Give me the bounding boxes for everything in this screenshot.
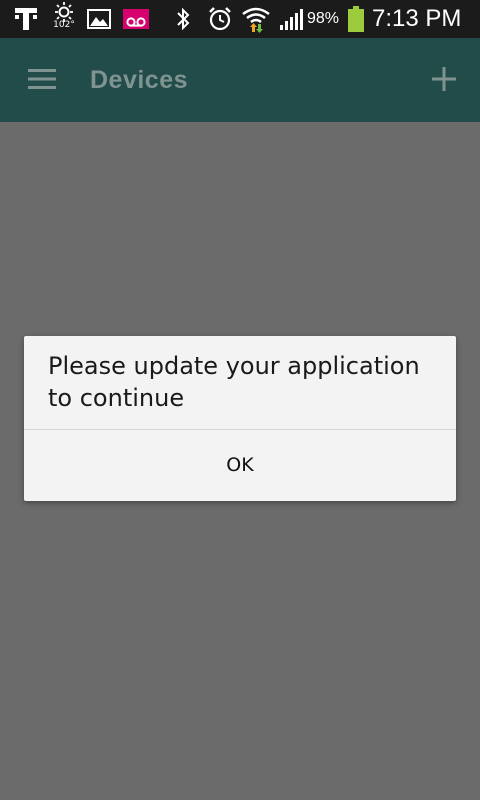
update-dialog: Please update your application to contin… bbox=[24, 336, 456, 501]
sun-icon bbox=[55, 2, 73, 22]
temperature-label: 102° bbox=[53, 20, 75, 30]
app-bar: Devices bbox=[0, 38, 480, 122]
wifi-icon bbox=[240, 0, 272, 38]
clock: 7:13 PM bbox=[372, 5, 462, 32]
t-mobile-icon bbox=[12, 0, 40, 38]
bluetooth-icon bbox=[172, 0, 194, 38]
image-icon bbox=[86, 0, 112, 38]
weather-widget: 102° bbox=[52, 0, 76, 38]
status-bar: 102° 98% 7:13 PM bbox=[0, 0, 480, 38]
hamburger-menu-icon[interactable] bbox=[28, 68, 56, 90]
dialog-message: Please update your application to contin… bbox=[48, 352, 420, 412]
page-title: Devices bbox=[90, 66, 189, 94]
voicemail-icon bbox=[121, 0, 151, 38]
alarm-icon bbox=[205, 0, 235, 38]
ok-button[interactable]: OK bbox=[24, 430, 456, 501]
battery-percent: 98% bbox=[307, 10, 340, 27]
signal-icon bbox=[278, 0, 306, 38]
battery-icon bbox=[345, 0, 367, 38]
plus-icon[interactable] bbox=[430, 65, 458, 93]
